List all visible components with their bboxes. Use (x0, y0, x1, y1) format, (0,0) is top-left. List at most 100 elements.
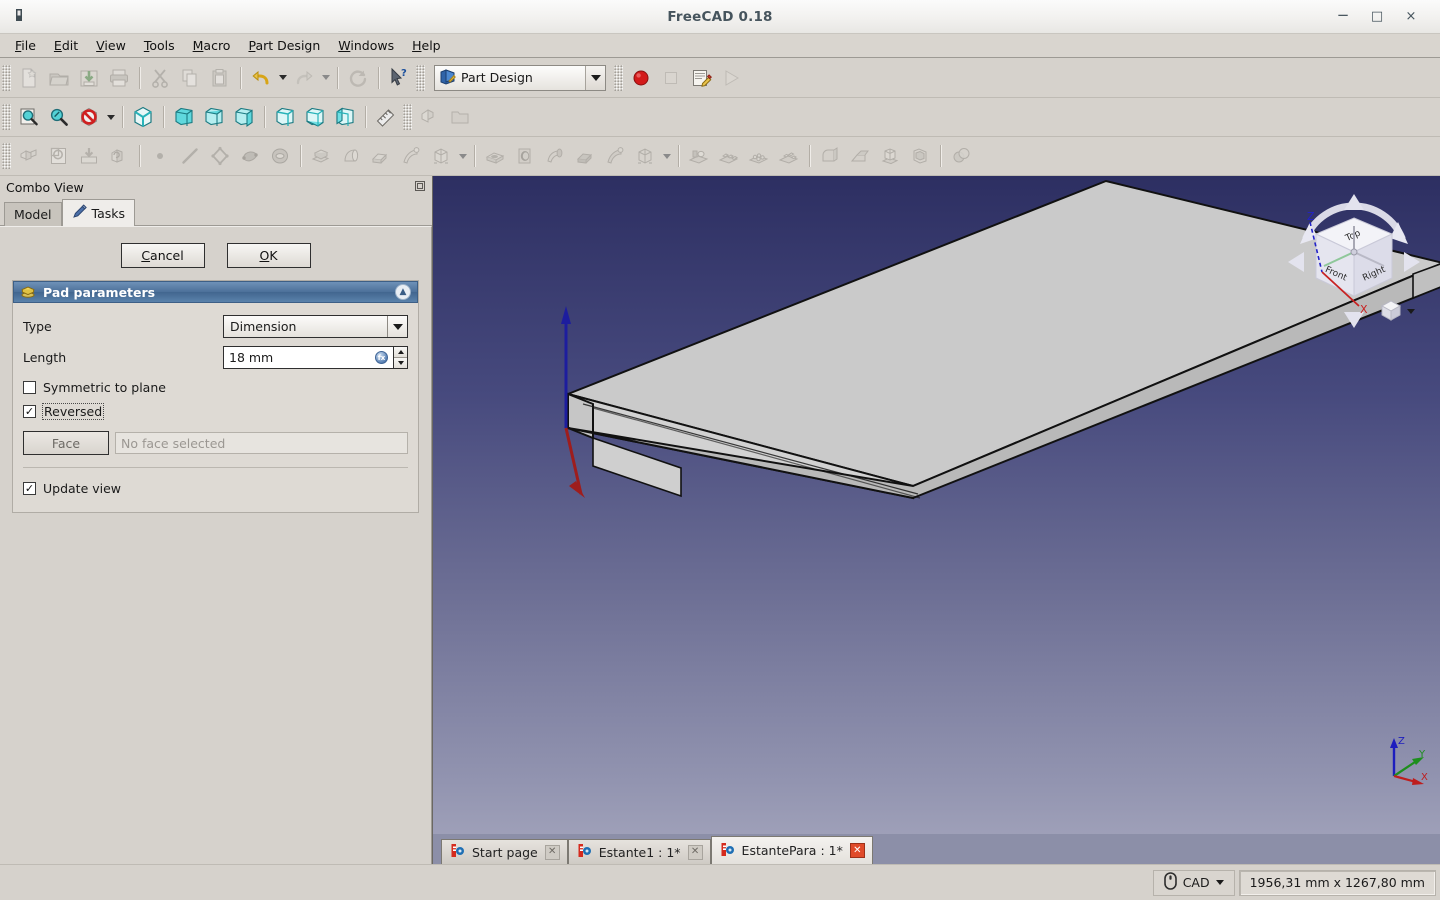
toolbar-grip[interactable] (614, 64, 623, 91)
undo-icon[interactable] (246, 63, 276, 93)
revolution-icon[interactable] (336, 141, 366, 171)
undo-dropdown-arrow[interactable] (276, 63, 289, 93)
reversed-checkbox[interactable]: ✓ (23, 404, 36, 418)
draw-style-dropdown-arrow[interactable] (104, 102, 117, 132)
maximize-button[interactable]: □ (1360, 3, 1394, 31)
mirrored-icon[interactable] (684, 141, 714, 171)
tab-tasks[interactable]: Tasks (61, 199, 136, 226)
toolbar-grip[interactable] (416, 64, 425, 91)
update-view-row[interactable]: ✓ Update view (23, 476, 408, 500)
sketch-line-icon[interactable] (175, 141, 205, 171)
close-icon[interactable]: ✕ (849, 843, 865, 858)
measure-icon[interactable] (371, 102, 401, 132)
sketch-spline-icon[interactable] (235, 141, 265, 171)
chevron-down-icon[interactable] (1215, 880, 1224, 885)
chamfer-icon[interactable] (845, 141, 875, 171)
linear-pattern-icon[interactable] (714, 141, 744, 171)
paste-icon[interactable] (205, 63, 235, 93)
new-document-icon[interactable] (14, 63, 44, 93)
length-step-down[interactable] (394, 358, 407, 368)
redo-icon[interactable] (289, 63, 319, 93)
workbench-dropdown-arrow[interactable] (585, 65, 605, 90)
additive-dropdown-arrow[interactable] (456, 141, 469, 171)
groove-icon[interactable] (540, 141, 570, 171)
additive-box-icon[interactable] (426, 141, 456, 171)
multi-transform-icon[interactable] (774, 141, 804, 171)
top-view-icon[interactable] (199, 102, 229, 132)
menu-tools[interactable]: Tools (135, 35, 184, 56)
copy-icon[interactable] (175, 63, 205, 93)
menu-part-design[interactable]: Part Design (239, 35, 329, 56)
open-document-icon[interactable] (44, 63, 74, 93)
macro-edit-icon[interactable] (686, 63, 716, 93)
additive-pipe-icon[interactable] (396, 141, 426, 171)
save-document-icon[interactable] (74, 63, 104, 93)
length-step-up[interactable] (394, 347, 407, 358)
toolbar-grip[interactable] (2, 143, 11, 169)
pad-icon[interactable] (306, 141, 336, 171)
reversed-row[interactable]: ✓ Reversed (23, 399, 408, 423)
menu-help[interactable]: Help (403, 35, 450, 56)
symmetric-to-plane-checkbox[interactable] (23, 380, 36, 394)
update-view-checkbox[interactable]: ✓ (23, 481, 36, 495)
refresh-icon[interactable] (343, 63, 373, 93)
thickness-icon[interactable] (905, 141, 935, 171)
draft-icon[interactable] (875, 141, 905, 171)
subtractive-dropdown-arrow[interactable] (660, 141, 673, 171)
expression-editor-icon[interactable]: fx (375, 351, 388, 364)
fillet-icon[interactable] (815, 141, 845, 171)
create-part-icon[interactable] (415, 102, 445, 132)
minimize-button[interactable]: − (1326, 3, 1360, 31)
document-tab-start-page[interactable]: Start page ✕ (441, 839, 568, 864)
attach-sketch-icon[interactable] (74, 141, 104, 171)
length-input[interactable]: 18 mm fx (223, 346, 393, 369)
fit-all-icon[interactable] (14, 102, 44, 132)
chevron-up-icon[interactable]: ▲ (395, 284, 411, 300)
3d-viewport[interactable]: Top Front Right Z X (432, 176, 1440, 864)
sketch-polyline-icon[interactable] (205, 141, 235, 171)
subtractive-pipe-icon[interactable] (600, 141, 630, 171)
subtractive-box-icon[interactable] (630, 141, 660, 171)
menu-edit[interactable]: Edit (45, 35, 87, 56)
macro-record-icon[interactable] (626, 63, 656, 93)
pocket-icon[interactable] (480, 141, 510, 171)
boolean-icon[interactable] (946, 141, 976, 171)
validate-sketch-icon[interactable] (104, 141, 134, 171)
document-tab-estante1[interactable]: Estante1 : 1* ✕ (567, 839, 711, 864)
pad-parameters-header[interactable]: Pad parameters ▲ (13, 281, 418, 303)
length-spinbox[interactable]: 18 mm fx (223, 346, 408, 369)
face-button[interactable]: Face (23, 431, 109, 455)
redo-dropdown-arrow[interactable] (319, 63, 332, 93)
toolbar-grip[interactable] (2, 104, 11, 130)
subtractive-loft-icon[interactable] (570, 141, 600, 171)
front-view-icon[interactable] (169, 102, 199, 132)
menu-file[interactable]: FFileile (6, 35, 45, 56)
tab-model[interactable]: Model (4, 202, 62, 226)
print-icon[interactable] (104, 63, 134, 93)
draw-style-icon[interactable] (74, 102, 104, 132)
sketch-point-icon[interactable] (145, 141, 175, 171)
symmetric-to-plane-row[interactable]: Symmetric to plane (23, 375, 408, 399)
face-input[interactable]: No face selected (115, 432, 408, 454)
toolbar-grip[interactable] (2, 64, 11, 91)
isometric-view-icon[interactable] (128, 102, 158, 132)
navigation-style-selector[interactable]: CAD (1152, 869, 1235, 896)
right-view-icon[interactable] (229, 102, 259, 132)
menu-macro[interactable]: Macro (184, 35, 240, 56)
macro-stop-icon[interactable] (656, 63, 686, 93)
macro-execute-icon[interactable] (716, 63, 746, 93)
hole-icon[interactable] (510, 141, 540, 171)
rear-view-icon[interactable] (270, 102, 300, 132)
cut-icon[interactable] (145, 63, 175, 93)
toolbar-grip[interactable] (403, 104, 412, 130)
create-sketch-icon[interactable] (44, 141, 74, 171)
bottom-view-icon[interactable] (300, 102, 330, 132)
whats-this-icon[interactable]: ? (384, 63, 414, 93)
undock-icon[interactable] (414, 180, 426, 195)
fit-selection-icon[interactable] (44, 102, 74, 132)
document-tab-estantepara[interactable]: EstantePara : 1* ✕ (710, 836, 873, 864)
cancel-button[interactable]: Cancel (120, 243, 205, 268)
create-body-icon[interactable] (14, 141, 44, 171)
menu-view[interactable]: View (87, 35, 135, 56)
ok-button[interactable]: OK (226, 243, 311, 268)
